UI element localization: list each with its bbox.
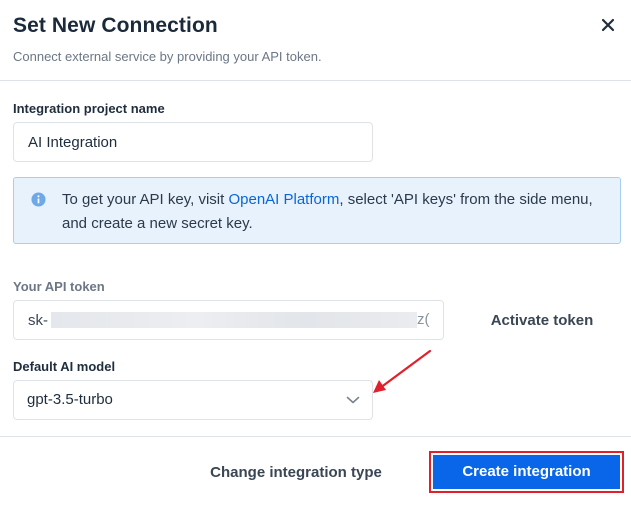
info-icon (31, 192, 46, 207)
project-name-input[interactable]: AI Integration (13, 122, 373, 162)
dialog-header: Set New Connection Connect external serv… (0, 0, 631, 81)
create-integration-button[interactable]: Create integration (433, 455, 620, 489)
info-message: To get your API key, visit OpenAI Platfo… (62, 188, 602, 236)
close-icon (601, 18, 615, 32)
info-text-before: To get your API key, visit (62, 191, 229, 208)
default-model-label: Default AI model (13, 359, 116, 374)
api-token-prefix: sk- (28, 311, 48, 329)
info-alert: To get your API key, visit OpenAI Platfo… (13, 177, 621, 244)
activate-token-button[interactable]: Activate token (478, 309, 606, 333)
chevron-down-icon (346, 396, 360, 404)
default-model-value: gpt-3.5-turbo (27, 391, 113, 408)
api-token-label: Your API token (13, 279, 105, 294)
api-token-suffix: z( (417, 311, 430, 328)
change-integration-type-button[interactable]: Change integration type (196, 464, 396, 484)
api-token-redacted (51, 312, 417, 328)
red-arrow-annotation (373, 349, 432, 393)
openai-platform-link[interactable]: OpenAI Platform (228, 191, 339, 208)
close-button[interactable] (597, 14, 619, 36)
default-model-select[interactable]: gpt-3.5-turbo (13, 380, 373, 420)
project-name-value: AI Integration (28, 133, 118, 151)
dialog-subtitle: Connect external service by providing yo… (13, 49, 322, 64)
dialog-title: Set New Connection (13, 14, 218, 37)
project-name-label: Integration project name (13, 101, 165, 116)
